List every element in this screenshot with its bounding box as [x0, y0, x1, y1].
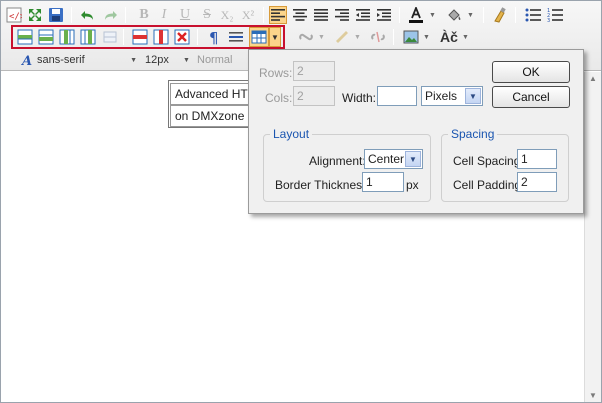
svg-text:3: 3: [547, 18, 550, 22]
chevron-down-icon[interactable]: ▼: [465, 88, 481, 104]
table-cell[interactable]: on DMXzone: [170, 105, 260, 127]
alignment-value: Center: [368, 152, 405, 166]
superscript-button[interactable]: X²: [239, 6, 257, 24]
chevron-down-icon: ▼: [130, 56, 137, 64]
vertical-scrollbar[interactable]: ▲ ▼: [584, 72, 601, 402]
merge-cells-icon[interactable]: [101, 28, 119, 46]
block-format-select[interactable]: Normal: [197, 52, 247, 68]
toolbar-separator: [71, 7, 72, 23]
cell-spacing-label: Cell Spacing:: [453, 154, 524, 168]
fullscreen-icon[interactable]: [26, 6, 44, 24]
redo-icon[interactable]: [101, 6, 119, 24]
chevron-down-icon[interactable]: ▼: [462, 34, 469, 41]
border-thickness-field[interactable]: [362, 172, 404, 192]
toolbar-separator: [483, 7, 484, 23]
ok-button[interactable]: OK: [492, 61, 570, 83]
delete-table-icon[interactable]: [173, 28, 191, 46]
highlight-color-icon[interactable]: [445, 6, 463, 24]
width-unit-value: Pixels: [425, 89, 458, 103]
table-properties-dialog: Rows: Cols: Width: Pixels ▼ OK Cancel La…: [248, 49, 584, 214]
toolbar-separator: [399, 7, 400, 23]
font-size-select[interactable]: 12px ▼: [145, 52, 191, 68]
table-cell[interactable]: Advanced HT: [170, 83, 260, 105]
strikethrough-button[interactable]: S: [198, 6, 216, 24]
cols-label: Cols:: [265, 91, 293, 105]
paragraph-mark-icon[interactable]: ¶: [205, 28, 223, 46]
block-format-value: Normal: [197, 54, 233, 66]
italic-button[interactable]: I: [155, 6, 173, 24]
unlink-icon[interactable]: [369, 28, 387, 46]
insert-col-before-icon[interactable]: [58, 28, 76, 46]
width-field[interactable]: [377, 86, 417, 106]
toolbar-separator: [515, 7, 516, 23]
clean-format-icon[interactable]: [491, 6, 509, 24]
insert-row-after-icon[interactable]: [37, 28, 55, 46]
toolbar-separator: [125, 7, 126, 23]
alignment-label: Alignment:: [309, 154, 366, 168]
border-thickness-label: Border Thickness:: [275, 178, 372, 192]
special-char-button[interactable]: Àč: [437, 28, 461, 46]
font-family-select[interactable]: sans-serif ▼: [37, 52, 137, 68]
bullet-list-icon[interactable]: [524, 6, 542, 24]
chevron-down-icon[interactable]: ▼: [354, 34, 361, 41]
cell-padding-label: Cell Padding:: [453, 178, 525, 192]
font-icon: A: [19, 51, 37, 69]
toolbar-separator: [393, 29, 394, 45]
anchor-icon[interactable]: [333, 28, 351, 46]
image-icon[interactable]: [402, 28, 420, 46]
text-color-icon[interactable]: [407, 6, 425, 24]
align-center-icon[interactable]: [291, 6, 309, 24]
align-right-icon[interactable]: [333, 6, 351, 24]
justify-icon[interactable]: [312, 6, 330, 24]
toolbar-separator: [197, 29, 198, 45]
chevron-down-icon[interactable]: ▼: [405, 151, 421, 167]
toolbar-separator: [123, 29, 124, 45]
chevron-down-icon[interactable]: ▼: [467, 12, 474, 19]
save-icon[interactable]: [47, 6, 65, 24]
font-size-value: 12px: [145, 54, 169, 66]
svg-text:A: A: [21, 54, 32, 67]
horizontal-rule-icon[interactable]: [227, 28, 245, 46]
chevron-down-icon[interactable]: ▼: [423, 34, 430, 41]
rows-field[interactable]: [293, 61, 335, 81]
width-unit-select[interactable]: Pixels ▼: [421, 86, 483, 106]
align-left-icon[interactable]: [269, 6, 287, 24]
table-dropdown-chevron-icon[interactable]: ▼: [269, 27, 281, 47]
underline-button[interactable]: U: [176, 6, 194, 24]
cell-padding-field[interactable]: [517, 172, 557, 192]
chevron-down-icon[interactable]: ▼: [429, 12, 436, 19]
source-code-icon[interactable]: </>: [5, 6, 23, 24]
html-editor: </> B I U S X₂ X²: [0, 0, 602, 403]
insert-col-after-icon[interactable]: [79, 28, 97, 46]
numbered-list-icon[interactable]: 123: [546, 6, 564, 24]
svg-text:¶: ¶: [209, 29, 219, 45]
scroll-up-icon[interactable]: ▲: [589, 74, 597, 83]
chevron-down-icon: ▼: [183, 56, 190, 64]
svg-text:</>: </>: [9, 12, 22, 22]
bold-button[interactable]: B: [135, 6, 153, 24]
cancel-button[interactable]: Cancel: [492, 86, 570, 108]
indent-icon[interactable]: [375, 6, 393, 24]
undo-icon[interactable]: [79, 6, 97, 24]
outdent-icon[interactable]: [354, 6, 372, 24]
chevron-down-icon[interactable]: ▼: [318, 34, 325, 41]
cell-spacing-field[interactable]: [517, 149, 557, 169]
rows-label: Rows:: [259, 66, 293, 80]
border-unit-label: px: [406, 178, 419, 192]
delete-row-icon[interactable]: [131, 28, 149, 46]
subscript-button[interactable]: X₂: [218, 6, 236, 24]
link-icon[interactable]: [297, 28, 315, 46]
width-label: Width:: [342, 91, 377, 105]
layout-legend: Layout: [270, 127, 313, 141]
scroll-down-icon[interactable]: ▼: [589, 391, 597, 400]
alignment-select[interactable]: Center ▼: [364, 149, 423, 169]
delete-col-icon[interactable]: [152, 28, 170, 46]
cols-field[interactable]: [293, 86, 335, 106]
table-icon[interactable]: [249, 27, 269, 47]
font-family-value: sans-serif: [37, 54, 85, 66]
insert-row-before-icon[interactable]: [16, 28, 34, 46]
spacing-legend: Spacing: [448, 127, 498, 141]
toolbar-separator: [263, 7, 264, 23]
